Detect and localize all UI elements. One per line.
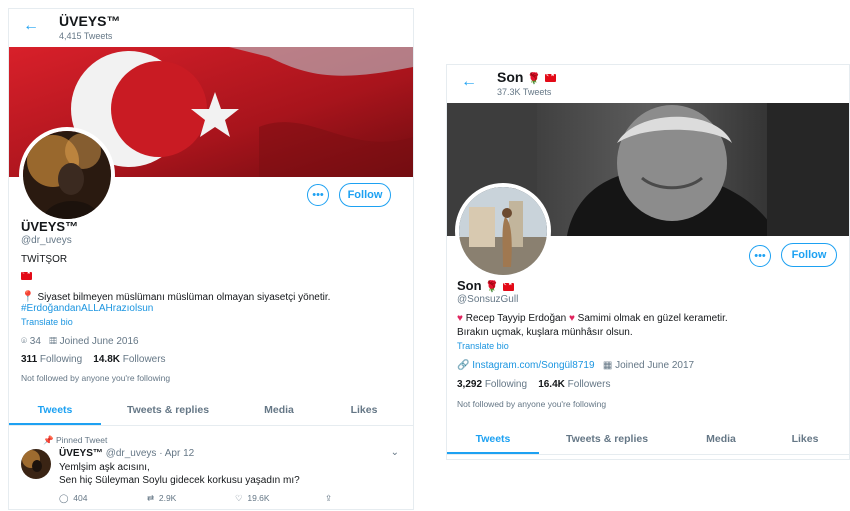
avatar[interactable]	[455, 183, 551, 279]
header-tweet-count: 37.3K Tweets	[497, 87, 552, 97]
tab-media[interactable]: Media	[239, 395, 319, 425]
display-name: Son	[457, 278, 482, 293]
tab-tweets-replies[interactable]: Tweets & replies	[551, 424, 663, 454]
tweet-avatar-image	[21, 449, 51, 479]
heart-icon: ♥	[568, 313, 575, 324]
joined-date: Joined June 2016	[59, 336, 139, 347]
not-followed-note: Not followed by anyone you're following	[21, 373, 171, 383]
tab-tweets-replies[interactable]: Tweets & replies	[113, 395, 223, 425]
retweet-action[interactable]: ⇄ 2.9K	[147, 493, 176, 504]
following-count[interactable]: 3,292	[457, 379, 482, 390]
like-icon: ♡	[235, 493, 243, 503]
profile-header: ← ÜVEYS™ 4,415 Tweets	[9, 9, 413, 47]
website-link[interactable]: Instagram.com/Songül8719	[472, 360, 594, 371]
profile-header: ← Son 🌹 37.3K Tweets	[447, 65, 849, 103]
bio-rest: Samimi olmak en güzel kerametir.	[577, 313, 728, 324]
display-name: ÜVEYS™	[21, 219, 79, 234]
header-name: Son	[497, 69, 524, 85]
bio-line-1: TWİTŞOR	[21, 254, 68, 265]
chevron-down-icon[interactable]: ⌄	[391, 447, 399, 458]
profile-meta: ⌾ 34 ▦ Joined June 2016	[21, 336, 139, 347]
bio-line-1: ♥ Recep Tayyip Erdoğan ♥ Samimi olmak en…	[457, 313, 728, 324]
user-handle: @dr_uveys	[21, 235, 72, 246]
link-icon: 🔗	[457, 360, 470, 371]
tweet-avatar[interactable]	[21, 449, 51, 479]
header-name-row: Son 🌹	[497, 69, 556, 85]
back-arrow-icon[interactable]: ←	[461, 74, 477, 90]
followers-label[interactable]: Followers	[123, 354, 166, 365]
user-handle: @SonsuzGull	[457, 294, 519, 305]
turkey-flag-icon	[21, 267, 32, 285]
turkey-flag-icon	[502, 281, 514, 291]
back-arrow-icon[interactable]: ←	[23, 18, 39, 34]
tweet-line-1: Yemlşim aşk acısını,	[59, 462, 150, 473]
follow-stats: 3,292 Following 16.4K Followers	[457, 379, 610, 390]
avatar-image	[23, 131, 111, 219]
follow-stats: 311 Following 14.8K Followers	[21, 354, 166, 365]
location-icon: ⌾	[21, 336, 27, 347]
reply-icon: ◯	[59, 493, 69, 503]
profile-panel-left: ← ÜVEYS™ 4,415 Tweets ••• Follow ÜVEYS™ …	[8, 8, 414, 510]
followers-label[interactable]: Followers	[568, 379, 611, 390]
display-name-row: Son 🌹	[457, 278, 514, 293]
bio-name: Recep Tayyip Erdoğan	[465, 313, 567, 324]
rose-icon: 🌹	[485, 281, 499, 293]
header-name: ÜVEYS™	[59, 13, 121, 29]
more-options-button[interactable]: •••	[749, 245, 771, 267]
following-count[interactable]: 311	[21, 354, 37, 365]
pin-icon: 📌	[43, 435, 54, 445]
tab-tweets[interactable]: Tweets	[9, 395, 101, 425]
rose-icon: 🌹	[527, 73, 542, 85]
bio-line-2: 📍 Siyaset bilmeyen müslümanı müslüman ol…	[21, 290, 330, 303]
translate-bio-link[interactable]: Translate bio	[21, 317, 73, 327]
tab-likes[interactable]: Likes	[769, 424, 841, 454]
calendar-icon: ▦	[49, 336, 57, 347]
profile-panel-right: ← Son 🌹 37.3K Tweets	[446, 64, 850, 460]
joined-date: Joined June 2017	[615, 360, 695, 371]
followers-count[interactable]: 14.8K	[93, 354, 120, 365]
not-followed-note: Not followed by anyone you're following	[457, 399, 607, 409]
more-options-button[interactable]: •••	[307, 184, 329, 206]
share-icon[interactable]: ⇪	[325, 493, 332, 504]
bio-line-2: Bırakın uçmak, kuşlara münhâsır olsun.	[457, 327, 633, 338]
retweet-count: 2.9K	[158, 493, 177, 503]
tab-tweets[interactable]: Tweets	[447, 424, 539, 454]
avatar-image	[459, 187, 547, 275]
follow-button[interactable]: Follow	[339, 183, 391, 207]
tweet-author-row: ÜVEYS™ @dr_uveys · Apr 12	[59, 448, 194, 459]
followers-count[interactable]: 16.4K	[538, 379, 565, 390]
reply-count: 404	[73, 493, 88, 503]
tweet-handle-date: @dr_uveys · Apr 12	[105, 448, 195, 459]
retweet-icon: ⇄	[147, 493, 155, 503]
reply-action[interactable]: ◯ 404	[59, 493, 87, 504]
pinned-label-row: 📌 Pinned Tweet	[43, 435, 107, 446]
following-label[interactable]: Following	[485, 379, 527, 390]
tweet-author[interactable]: ÜVEYS™	[59, 448, 103, 459]
tweet-line-2: Sen hiç Süleyman Soylu gidecek korkusu y…	[59, 475, 300, 486]
header-tweet-count: 4,415 Tweets	[59, 31, 113, 41]
profile-meta: 🔗 Instagram.com/Songül8719 ▦ Joined June…	[457, 360, 694, 371]
avatar[interactable]	[19, 127, 115, 223]
tab-likes[interactable]: Likes	[329, 395, 399, 425]
translate-bio-link[interactable]: Translate bio	[457, 341, 509, 351]
bio-text: Siyaset bilmeyen müslümanı müslüman olma…	[37, 292, 331, 303]
follow-button[interactable]: Follow	[781, 243, 837, 267]
pinned-tweet[interactable]: 📌 Pinned Tweet ÜVEYS™ @dr_uveys · Apr 12…	[9, 429, 413, 509]
pinned-label: Pinned Tweet	[55, 435, 108, 445]
calendar-icon: ▦	[602, 360, 613, 371]
following-label[interactable]: Following	[40, 354, 82, 365]
profile-tabs: Tweets Tweets & replies Media Likes	[447, 424, 849, 455]
location-text: 34	[29, 336, 41, 347]
like-count: 19.6K	[247, 493, 270, 503]
heart-icon: ♥	[457, 313, 463, 324]
bio-hashtag[interactable]: #ErdoğandanALLAHrazıolsun	[21, 303, 153, 314]
profile-tabs: Tweets Tweets & replies Media Likes	[9, 395, 413, 426]
tab-media[interactable]: Media	[681, 424, 761, 454]
like-action[interactable]: ♡ 19.6K	[235, 493, 270, 504]
pin-icon: 📍	[21, 291, 35, 303]
turkey-flag-icon	[544, 72, 556, 83]
